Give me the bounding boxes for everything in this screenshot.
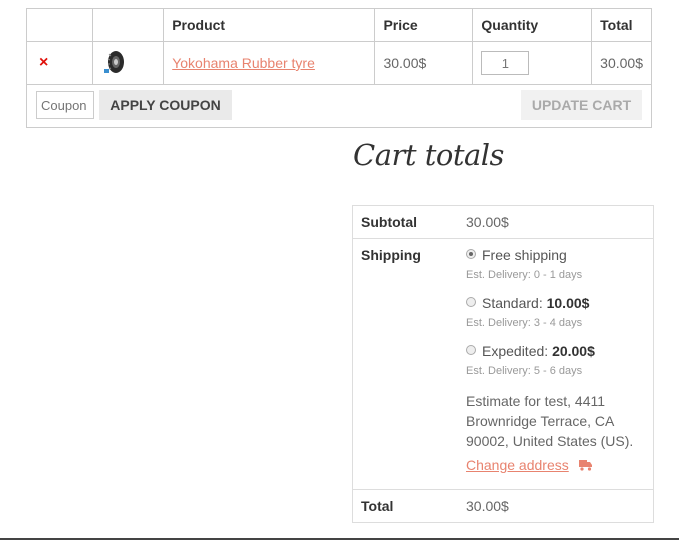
header-total: Total: [591, 8, 652, 42]
cart-actions-row: APPLY COUPON UPDATE CART: [26, 84, 652, 128]
subtotal-label: Subtotal: [361, 214, 417, 230]
shipping-option-name: Expedited:: [482, 343, 549, 359]
radio-free-shipping[interactable]: [466, 249, 476, 259]
radio-standard-shipping[interactable]: [466, 297, 476, 307]
cart-actions-cell: APPLY COUPON UPDATE CART: [26, 84, 652, 128]
truck-icon[interactable]: [578, 459, 593, 471]
shipping-row: Shipping Free shipping Est. Delivery: 0 …: [353, 239, 653, 490]
shipping-estimate-address: Estimate for test, 4411 Brownridge Terra…: [466, 393, 634, 449]
cart-item-row: × Yokohama Rubber tyre 30.00$ 30.00$: [26, 41, 652, 85]
total-row: Total 30.00$: [353, 490, 653, 522]
subtotal-value: 30.00$: [466, 214, 509, 230]
shipping-option-price: 10.00$: [546, 295, 590, 311]
tyre-icon[interactable]: [103, 50, 127, 76]
total-value: 30.00$: [466, 498, 509, 514]
radio-expedited-shipping[interactable]: [466, 345, 476, 355]
remove-item-button[interactable]: ×: [35, 54, 48, 72]
shipping-delivery-estimate: Est. Delivery: 0 - 1 days: [466, 269, 583, 281]
product-link[interactable]: Yokohama Rubber tyre: [172, 55, 315, 71]
thumbnail-cell: [91, 41, 165, 85]
quantity-input[interactable]: [481, 51, 530, 75]
coupon-input[interactable]: [36, 91, 94, 119]
cart-totals-heading: Cart totals: [353, 138, 504, 172]
header-product: Product: [163, 8, 376, 42]
shipping-option-expedited[interactable]: Expedited: 20.00$: [466, 343, 645, 359]
cart-table: Product Price Quantity Total × Yokohama …: [26, 8, 652, 128]
total-label: Total: [361, 498, 394, 514]
quantity-cell: [472, 41, 593, 85]
header-quantity: Quantity: [472, 8, 593, 42]
header-remove: [26, 8, 93, 42]
change-address-link[interactable]: Change address: [466, 457, 569, 473]
shipping-delivery-estimate: Est. Delivery: 5 - 6 days: [466, 365, 583, 377]
cart-header-row: Product Price Quantity Total: [26, 8, 652, 42]
shipping-option-name: Free shipping: [482, 247, 567, 263]
shipping-option-price: 20.00$: [552, 343, 595, 359]
subtotal-row: Subtotal 30.00$: [353, 206, 653, 239]
page-divider: [0, 538, 679, 540]
header-thumbnail: [91, 8, 165, 42]
shipping-option-standard[interactable]: Standard: 10.00$: [466, 295, 645, 311]
shipping-label: Shipping: [361, 247, 421, 263]
shipping-option-name: Standard:: [482, 295, 543, 311]
header-price: Price: [374, 8, 474, 42]
product-cell: Yokohama Rubber tyre: [163, 41, 376, 85]
price-cell: 30.00$: [374, 41, 474, 85]
total-cell: 30.00$: [591, 41, 652, 85]
change-address-label: Change address: [466, 457, 569, 473]
shipping-options: Free shipping Est. Delivery: 0 - 1 days …: [458, 239, 653, 489]
shipping-option-free[interactable]: Free shipping: [466, 247, 645, 263]
apply-coupon-button[interactable]: APPLY COUPON: [99, 90, 232, 120]
shipping-delivery-estimate: Est. Delivery: 3 - 4 days: [466, 317, 583, 329]
remove-cell: ×: [26, 41, 93, 85]
update-cart-button[interactable]: UPDATE CART: [521, 90, 642, 120]
cart-totals-table: Subtotal 30.00$ Shipping Free shipping E…: [352, 205, 654, 523]
